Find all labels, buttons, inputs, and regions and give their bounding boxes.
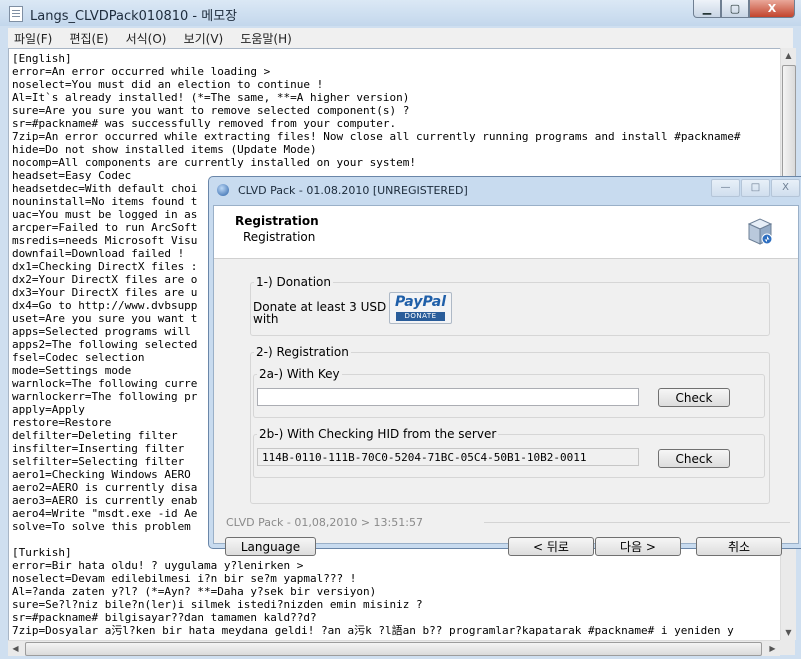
editor-line: error=An error occurred while loading > [12, 65, 271, 78]
editor-line: aero3=AERO is currently enab [12, 494, 198, 507]
cancel-button[interactable]: 취소 [696, 537, 782, 556]
editor-line: headsetdec=With default choi [12, 182, 198, 195]
scroll-left-icon[interactable]: ◀ [8, 641, 23, 656]
close-button[interactable]: X [749, 0, 795, 18]
registration-group-label: 2-) Registration [254, 345, 351, 359]
paypal-donate-label: DONATE [396, 312, 445, 321]
editor-line: sure=Are you sure you want to remove sel… [12, 104, 410, 117]
editor-line: [English] [12, 52, 72, 65]
paypal-donate-button[interactable]: PayPal DONATE [389, 292, 452, 324]
editor-line: hide=Do not show installed items (Update… [12, 143, 317, 156]
scroll-right-icon[interactable]: ▶ [765, 641, 780, 656]
editor-line: fsel=Codec selection [12, 351, 145, 364]
editor-line: warnlockerr=The following pr [12, 390, 198, 403]
footer-version-text: CLVD Pack - 01,08,2010 > 13:51:57 [226, 516, 423, 529]
editor-line: restore=Restore [12, 416, 112, 429]
wizard-subtitle: Registration [243, 230, 316, 244]
editor-line: msredis=needs Microsoft Visu [12, 234, 198, 247]
editor-line: headset=Easy Codec [12, 169, 132, 182]
scroll-up-icon[interactable]: ▲ [781, 48, 796, 63]
minimize-button[interactable]: ▁ [693, 0, 721, 18]
registration-group: 2-) Registration 2a-) With Key Check 2b-… [250, 345, 770, 504]
editor-line: solve=To solve this problem [12, 520, 191, 533]
menu-file[interactable]: 파일(F) [8, 28, 58, 47]
editor-line: downfail=Download failed ! [12, 247, 185, 260]
editor-line: sure=Se?l?niz bile?n(ler)i silmek istedi… [12, 598, 423, 611]
editor-line: 7zip=Dosyalar a污l?ken bir hata meydana g… [12, 624, 734, 637]
menu-bar: 파일(F) 편집(E) 서식(O) 보기(V) 도움말(H) [8, 28, 793, 49]
editor-line: dx4=Go to http://www.dvbsupp [12, 299, 198, 312]
editor-line: selfilter=Selecting filter [12, 455, 185, 468]
editor-line: uac=You must be logged in as [12, 208, 198, 221]
editor-line: error=Bir hata oldu! ? uygulama y?lenirk… [12, 559, 304, 572]
editor-line: [Turkish] [12, 546, 72, 559]
editor-line: apps=Selected programs will [12, 325, 191, 338]
scroll-down-icon[interactable]: ▼ [781, 625, 796, 640]
editor-line: aero4=Write "msdt.exe -id Ae [12, 507, 198, 520]
hid-group: 2b-) With Checking HID from the server 1… [253, 427, 765, 478]
maximize-button[interactable]: ▢ [721, 0, 749, 18]
editor-line: dx1=Checking DirectX files : [12, 260, 198, 273]
next-button[interactable]: 다음 > [595, 537, 681, 556]
wizard-title: Registration [235, 214, 319, 228]
editor-line: warnlock=The following curre [12, 377, 198, 390]
registration-key-input[interactable] [257, 388, 639, 406]
editor-line: sr=#packname# was successfully removed f… [12, 117, 397, 130]
menu-edit[interactable]: 편집(E) [63, 28, 114, 47]
horizontal-scroll-thumb[interactable] [25, 642, 762, 656]
editor-line: mode=Settings mode [12, 364, 132, 377]
clvd-app-icon [217, 184, 229, 196]
editor-line: Al=?anda zaten y?l? (*=Ayn? **=Daha y?se… [12, 585, 377, 598]
donation-group-label: 1-) Donation [254, 275, 333, 289]
hid-label: 2b-) With Checking HID from the server [257, 427, 499, 441]
editor-line: noselect=You must did an election to con… [12, 78, 324, 91]
editor-line: noselect=Devam edilebilmesi i?n bir se?m… [12, 572, 357, 585]
editor-line: insfilter=Inserting filter [12, 442, 185, 455]
editor-line: aero2=AERO is currently disa [12, 481, 198, 494]
package-box-icon [747, 218, 773, 245]
editor-line: arcper=Failed to run ArcSoft [12, 221, 198, 234]
editor-line: 7zip=An error occurred while extracting … [12, 130, 741, 143]
size-grip[interactable] [780, 640, 795, 655]
wizard-header: Registration Registration [214, 206, 798, 259]
editor-line: nocomp=All components are currently inst… [12, 156, 416, 169]
notepad-caption-buttons: ▁ ▢ X [693, 0, 795, 18]
dialog-caption-buttons: — □ X [710, 179, 800, 197]
dialog-titlebar[interactable]: CLVD Pack - 01.08.2010 [UNREGISTERED] — … [209, 177, 801, 203]
dialog-minimize-button[interactable]: — [711, 179, 740, 197]
editor-line: apply=Apply [12, 403, 85, 416]
footer-divider [484, 522, 790, 523]
notepad-title: Langs_CLVDPack010810 - 메모장 [30, 9, 238, 24]
editor-line: sr=#packname# bilgisayar??dan tamamen ka… [12, 611, 317, 624]
editor-line: aero1=Checking Windows AERO [12, 468, 191, 481]
notepad-titlebar[interactable]: Langs_CLVDPack010810 - 메모장 ▁ ▢ X [0, 0, 801, 26]
hid-value-field[interactable]: 114B-0110-111B-70C0-5204-71BC-05C4-50B1-… [257, 448, 639, 466]
editor-line: apps2=The following selected [12, 338, 198, 351]
editor-line: delfilter=Deleting filter [12, 429, 178, 442]
menu-view[interactable]: 보기(V) [178, 28, 230, 47]
language-button[interactable]: Language [225, 537, 316, 556]
editor-line: Al=It`s already installed! (*=The same, … [12, 91, 410, 104]
dialog-maximize-button[interactable]: □ [741, 179, 770, 197]
check-key-button[interactable]: Check [658, 388, 730, 407]
menu-help[interactable]: 도움말(H) [234, 28, 298, 47]
horizontal-scrollbar[interactable]: ◀ ▶ [8, 640, 780, 656]
dialog-title: CLVD Pack - 01.08.2010 [UNREGISTERED] [238, 184, 468, 197]
check-hid-button[interactable]: Check [658, 449, 730, 468]
paypal-logo: PayPal [394, 294, 447, 310]
editor-line: dx2=Your DirectX files are o [12, 273, 198, 286]
dialog-close-button[interactable]: X [771, 179, 800, 197]
clvd-dialog: CLVD Pack - 01.08.2010 [UNREGISTERED] — … [208, 176, 801, 556]
menu-format[interactable]: 서식(O) [120, 28, 173, 47]
donation-group: 1-) Donation Donate at least 3 USD with … [250, 275, 770, 336]
notepad-app-icon [9, 6, 23, 22]
editor-line: uset=Are you sure you want t [12, 312, 198, 325]
back-button[interactable]: < 뒤로 [508, 537, 594, 556]
with-key-label: 2a-) With Key [257, 367, 342, 381]
editor-line: nouninstall=No items found t [12, 195, 198, 208]
editor-line: dx3=Your DirectX files are u [12, 286, 198, 299]
with-key-group: 2a-) With Key Check [253, 367, 765, 418]
donation-with-text: with [253, 312, 279, 326]
dialog-body: Registration Registration 1-) Donation D… [213, 205, 799, 556]
